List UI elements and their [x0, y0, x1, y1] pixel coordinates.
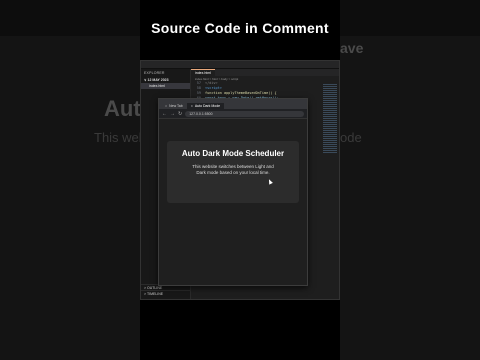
tab-index-html[interactable]: index.html: [191, 69, 215, 76]
tab-icon: ○: [190, 104, 193, 108]
page-title: Auto Dark Mode Scheduler: [181, 149, 285, 158]
tab-icon: ○: [165, 104, 168, 108]
web-page: Auto Dark Mode Scheduler This website sw…: [159, 119, 307, 285]
browser-tab-new[interactable]: ○ New Tab: [161, 103, 187, 109]
background-left-panel: Auto This webs: [0, 0, 140, 360]
browser-tab-strip: ○ New Tab ○ Auto Dark Mode: [159, 99, 307, 109]
background-text-right: ode: [340, 130, 362, 145]
url-input[interactable]: 127.0.0.1:5500: [185, 110, 304, 117]
reload-icon[interactable]: ↻: [178, 111, 182, 117]
file-item-index[interactable]: index.html: [141, 83, 190, 89]
tab-label: New Tab: [169, 104, 183, 108]
address-bar-row: ← → ↻ 127.0.0.1:5500: [159, 109, 307, 119]
tab-label: Auto Dark Mode: [194, 104, 221, 108]
browser-tab-active[interactable]: ○ Auto Dark Mode: [186, 103, 225, 109]
background-heading-right: ave: [340, 40, 364, 56]
title-bar: [141, 61, 339, 69]
timeline-section[interactable]: > TIMELINE: [141, 290, 191, 297]
back-icon[interactable]: ←: [162, 111, 167, 117]
minimap[interactable]: [323, 83, 337, 153]
browser-window: ○ New Tab ○ Auto Dark Mode ← → ↻ 127.0.0.1…: [158, 98, 308, 286]
background-text: This webs: [94, 130, 140, 145]
editor-tabs: index.html: [191, 69, 339, 76]
video-headline: Source Code in Comment: [151, 20, 329, 36]
page-description: This website switches between Light and …: [192, 164, 274, 175]
forward-icon[interactable]: →: [170, 111, 175, 117]
background-heading: Auto: [104, 96, 140, 121]
content-card: Auto Dark Mode Scheduler This website sw…: [167, 141, 299, 203]
explorer-title: EXPLORER: [144, 71, 165, 75]
background-right-panel: ave ode: [340, 0, 480, 360]
